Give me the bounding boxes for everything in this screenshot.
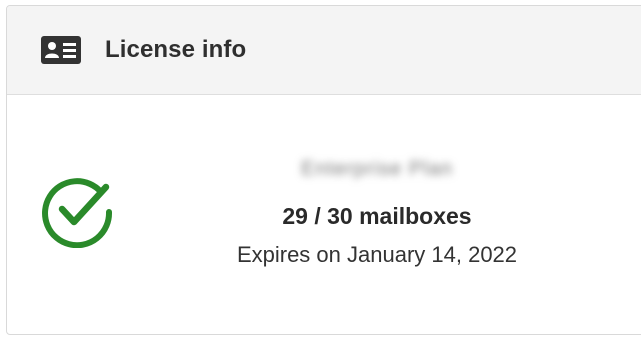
- card-body: Enterprise Plan 29 / 30 mailboxes Expire…: [7, 95, 641, 334]
- license-name-blurred: Enterprise Plan: [301, 157, 453, 180]
- expiration-date: Expires on January 14, 2022: [236, 242, 518, 267]
- license-info-card: License info Enterprise Plan 29 / 30 mai…: [6, 5, 641, 335]
- check-circle-icon: [39, 172, 115, 249]
- card-header: License info: [7, 6, 641, 95]
- card-title: License info: [105, 36, 247, 63]
- license-name: Enterprise Plan: [197, 155, 557, 183]
- id-card-icon: [40, 35, 82, 65]
- license-details: Enterprise Plan 29 / 30 mailboxes Expire…: [197, 155, 557, 268]
- mailbox-count: 29 / 30 mailboxes: [282, 203, 472, 229]
